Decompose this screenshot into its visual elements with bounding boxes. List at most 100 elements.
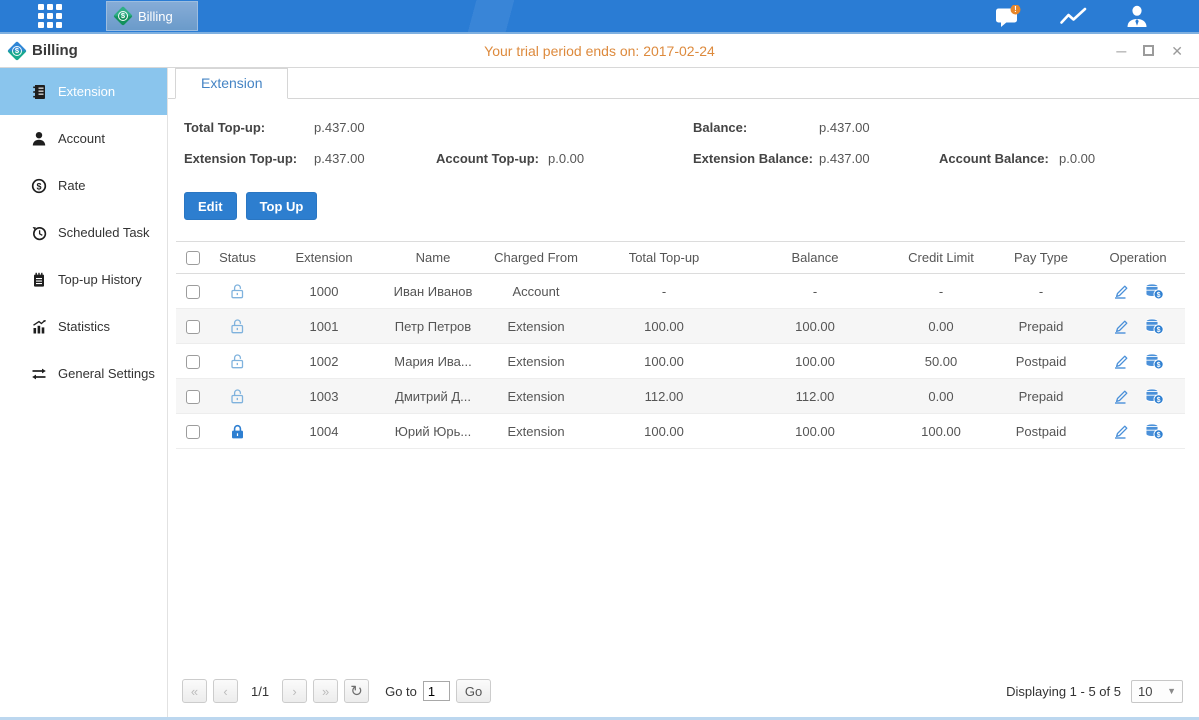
summary-panel: Total Top-up: p.437.00 Balance: p.437.00… xyxy=(168,99,1199,177)
balance-cell: - xyxy=(739,274,891,309)
sliders-icon xyxy=(31,366,47,382)
table-row[interactable]: 1003Дмитрий Д...Extension112.00112.000.0… xyxy=(176,379,1185,414)
sidebar-item-statistics[interactable]: Statistics xyxy=(0,303,167,350)
col-pay-type: Pay Type xyxy=(991,242,1091,274)
edit-icon[interactable] xyxy=(1112,388,1130,405)
unlocked-icon[interactable] xyxy=(229,352,246,367)
col-charged-from: Charged From xyxy=(483,242,589,274)
edit-icon[interactable] xyxy=(1112,353,1130,370)
table-row[interactable]: 1004Юрий Юрь...Extension100.00100.00100.… xyxy=(176,414,1185,449)
extension-cell: 1003 xyxy=(265,379,383,414)
main-panel: Extension Total Top-up: p.437.00 Balance… xyxy=(168,68,1199,718)
close-icon[interactable]: ✕ xyxy=(1171,44,1183,58)
notifications-icon[interactable]: ! xyxy=(994,5,1022,28)
svg-text:!: ! xyxy=(1014,5,1017,14)
window-title-group: $ Billing xyxy=(10,42,78,59)
tab-extension[interactable]: Extension xyxy=(175,68,288,99)
sidebar-item-account[interactable]: Account xyxy=(0,115,167,162)
resource-monitor-icon[interactable] xyxy=(1059,6,1088,26)
billing-diamond-icon: $ xyxy=(113,6,133,26)
row-checkbox[interactable] xyxy=(186,320,200,334)
row-checkbox[interactable] xyxy=(186,425,200,439)
top-up-button[interactable]: Top Up xyxy=(246,192,318,220)
unlocked-icon[interactable] xyxy=(229,317,246,332)
sidebar-item-scheduled-task[interactable]: Scheduled Task xyxy=(0,209,167,256)
top-up-icon[interactable]: $ xyxy=(1144,353,1164,370)
next-page-button[interactable]: › xyxy=(282,679,307,703)
edit-button[interactable]: Edit xyxy=(184,192,237,220)
toolbar: Edit Top Up xyxy=(184,192,1199,220)
extension-cell: 1000 xyxy=(265,274,383,309)
top-up-icon[interactable]: $ xyxy=(1144,388,1164,405)
svg-text:$: $ xyxy=(36,181,41,191)
pay-type-cell: Postpaid xyxy=(991,344,1091,379)
edit-icon[interactable] xyxy=(1112,318,1130,335)
row-checkbox[interactable] xyxy=(186,390,200,404)
select-all-checkbox[interactable] xyxy=(186,251,200,265)
extension-cell: 1001 xyxy=(265,309,383,344)
table-row[interactable]: 1002Мария Ива...Extension100.00100.0050.… xyxy=(176,344,1185,379)
window-header: $ Billing Your trial period ends on: 201… xyxy=(0,34,1199,68)
credit-limit-cell: 100.00 xyxy=(891,414,991,449)
refresh-icon[interactable]: ↻ xyxy=(344,679,369,703)
svg-text:$: $ xyxy=(1157,396,1161,403)
col-extension: Extension xyxy=(265,242,383,274)
balance-cell: 112.00 xyxy=(739,379,891,414)
first-page-button[interactable]: « xyxy=(182,679,207,703)
top-up-icon[interactable]: $ xyxy=(1144,423,1164,440)
page-size-select[interactable]: 10 ▼ xyxy=(1131,680,1183,703)
account-balance-label: Account Balance: xyxy=(939,151,1049,166)
top-up-icon[interactable]: $ xyxy=(1144,283,1164,300)
top-up-icon[interactable]: $ xyxy=(1144,318,1164,335)
svg-text:$: $ xyxy=(1157,431,1161,438)
sidebar-item-label: Rate xyxy=(58,178,85,193)
col-status: Status xyxy=(210,242,265,274)
table-row[interactable]: 1000Иван ИвановAccount----$ xyxy=(176,274,1185,309)
last-page-button[interactable]: » xyxy=(313,679,338,703)
taskbar-tab-billing[interactable]: $ Billing xyxy=(106,1,198,31)
sidebar-item-extension[interactable]: Extension xyxy=(0,68,167,115)
total-top-up-label: Total Top-up: xyxy=(184,120,265,135)
name-cell: Петр Петров xyxy=(383,309,483,344)
sidebar-item-label: Top-up History xyxy=(58,272,142,287)
credit-limit-cell: 50.00 xyxy=(891,344,991,379)
billing-app-icon: $ xyxy=(7,41,27,61)
minimize-icon[interactable]: ─ xyxy=(1116,44,1126,58)
app-launcher-icon[interactable] xyxy=(38,4,62,28)
sidebar-item-general-settings[interactable]: General Settings xyxy=(0,350,167,397)
ledger-icon xyxy=(31,84,47,100)
total-top-up-cell: 100.00 xyxy=(589,414,739,449)
tab-strip: Extension xyxy=(168,68,1199,99)
row-checkbox[interactable] xyxy=(186,355,200,369)
balance-value: p.437.00 xyxy=(819,120,870,135)
unlocked-icon[interactable] xyxy=(229,387,246,402)
table-row[interactable]: 1001Петр ПетровExtension100.00100.000.00… xyxy=(176,309,1185,344)
charged-from-cell: Extension xyxy=(483,379,589,414)
goto-page-input[interactable] xyxy=(423,681,450,701)
total-top-up-cell: 100.00 xyxy=(589,344,739,379)
sidebar-item-label: Scheduled Task xyxy=(58,225,150,240)
notebook-icon xyxy=(31,272,47,288)
charged-from-cell: Account xyxy=(483,274,589,309)
sidebar-item-top-up-history[interactable]: Top-up History xyxy=(0,256,167,303)
maximize-icon[interactable] xyxy=(1143,45,1154,56)
col-operation: Operation xyxy=(1091,242,1185,274)
person-icon xyxy=(31,131,47,147)
row-checkbox[interactable] xyxy=(186,285,200,299)
unlocked-icon[interactable] xyxy=(229,282,246,297)
account-top-up-value: p.0.00 xyxy=(548,151,584,166)
pay-type-cell: Postpaid xyxy=(991,414,1091,449)
prev-page-button[interactable]: ‹ xyxy=(213,679,238,703)
edit-icon[interactable] xyxy=(1112,283,1130,300)
user-account-icon[interactable] xyxy=(1125,5,1149,28)
credit-limit-cell: 0.00 xyxy=(891,309,991,344)
balance-cell: 100.00 xyxy=(739,344,891,379)
col-total-top-up: Total Top-up xyxy=(589,242,739,274)
edit-icon[interactable] xyxy=(1112,423,1130,440)
coin-icon: $ xyxy=(31,178,47,194)
locked-icon[interactable] xyxy=(229,422,246,437)
go-button[interactable]: Go xyxy=(456,679,491,703)
sidebar-item-rate[interactable]: $ Rate xyxy=(0,162,167,209)
svg-text:$: $ xyxy=(1157,291,1161,298)
account-balance-value: p.0.00 xyxy=(1059,151,1095,166)
